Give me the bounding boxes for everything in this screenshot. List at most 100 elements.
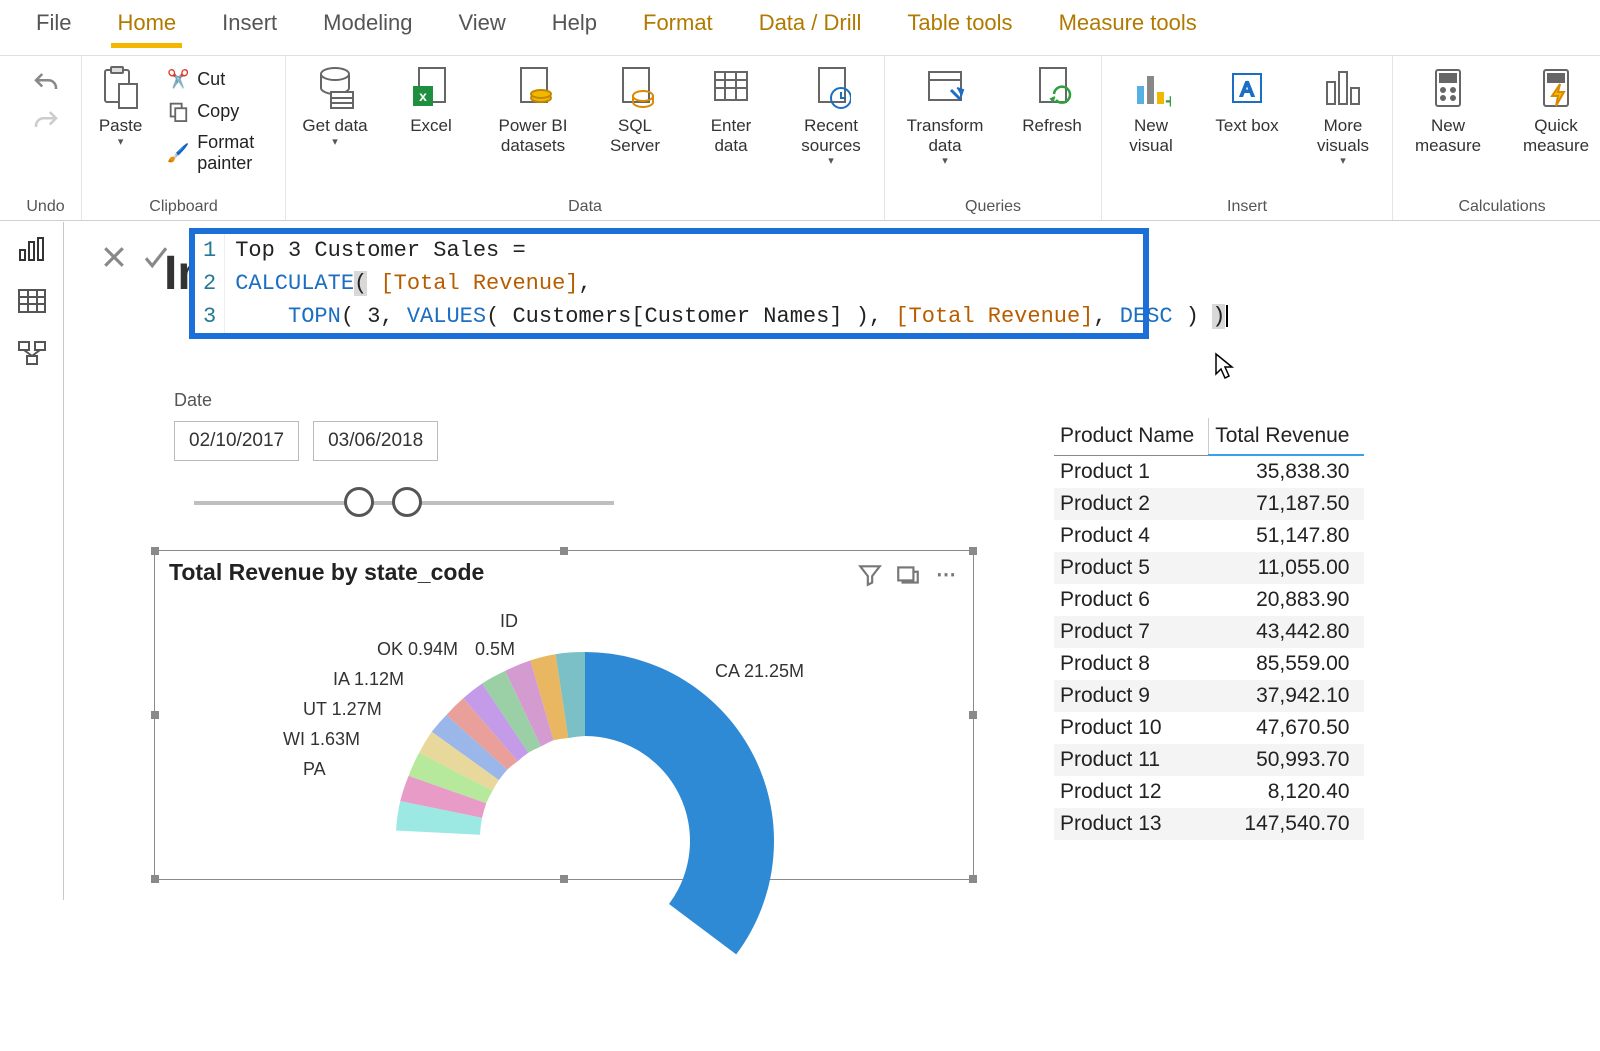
refresh-button[interactable]: Refresh xyxy=(1013,62,1091,140)
paste-label: Paste xyxy=(99,116,142,136)
table-row[interactable]: Product 937,942.10 xyxy=(1054,680,1364,712)
table-row[interactable]: Product 13147,540.70 xyxy=(1054,808,1364,840)
slider-handle-right[interactable] xyxy=(392,487,422,517)
quick-measure-label: Quick measure xyxy=(1511,116,1600,155)
table-row[interactable]: Product 1047,670.50 xyxy=(1054,712,1364,744)
formula-commit-icon[interactable] xyxy=(141,242,171,272)
recent-sources-button[interactable]: Recent sources▾ xyxy=(788,62,874,172)
refresh-icon xyxy=(1032,66,1072,110)
cell-revenue: 8,120.40 xyxy=(1209,776,1364,808)
model-view-icon[interactable] xyxy=(17,340,47,366)
recent-label: Recent sources xyxy=(788,116,874,155)
excel-label: Excel xyxy=(410,116,452,136)
tok-measure: [Total Revenue] xyxy=(380,271,578,296)
formula-editor[interactable]: 1Top 3 Customer Sales = 2CALCULATE( [Tot… xyxy=(189,228,1149,339)
group-label-undo: Undo xyxy=(26,196,64,216)
menu-view[interactable]: View xyxy=(452,6,511,46)
cut-button[interactable]: ✂️ Cut xyxy=(167,68,275,90)
donut-label-ca: CA 21.25M xyxy=(715,661,804,682)
new-visual-label: New visual xyxy=(1112,116,1190,155)
more-visuals-button[interactable]: More visuals▾ xyxy=(1304,62,1382,172)
cell-revenue: 35,838.30 xyxy=(1209,455,1364,488)
view-switcher xyxy=(0,222,64,900)
col-total-revenue[interactable]: Total Revenue xyxy=(1209,418,1364,455)
product-table-visual[interactable]: Product Name Total Revenue Product 135,8… xyxy=(1054,418,1364,840)
cut-label: Cut xyxy=(197,69,225,90)
menu-bar: File Home Insert Modeling View Help Form… xyxy=(0,0,1600,56)
new-measure-button[interactable]: New measure xyxy=(1403,62,1493,159)
focus-mode-icon[interactable] xyxy=(895,562,921,584)
menu-file[interactable]: File xyxy=(30,6,77,46)
redo-icon[interactable] xyxy=(31,108,61,136)
excel-icon: x xyxy=(411,66,451,110)
menu-insert[interactable]: Insert xyxy=(216,6,283,46)
menu-home[interactable]: Home xyxy=(111,6,182,46)
data-view-icon[interactable] xyxy=(17,288,47,314)
more-visuals-label: More visuals xyxy=(1304,116,1382,155)
paste-button[interactable]: Paste ▾ xyxy=(92,62,149,152)
cell-revenue: 47,670.50 xyxy=(1209,712,1364,744)
report-canvas: In 1Top 3 Customer Sales = 2CALCULATE( [… xyxy=(64,222,1600,900)
tok-desc: DESC xyxy=(1120,304,1173,329)
table-row[interactable]: Product 620,883.90 xyxy=(1054,584,1364,616)
date-from-input[interactable]: 02/10/2017 xyxy=(174,421,299,461)
cell-product: Product 11 xyxy=(1054,744,1209,776)
enter-data-button[interactable]: Enter data xyxy=(692,62,770,159)
undo-icon[interactable] xyxy=(31,70,61,98)
filter-icon[interactable] xyxy=(857,562,883,584)
menu-help[interactable]: Help xyxy=(546,6,603,46)
date-label: Date xyxy=(174,390,614,411)
sql-icon xyxy=(615,66,655,110)
cell-product: Product 12 xyxy=(1054,776,1209,808)
slider-handle-left[interactable] xyxy=(344,487,374,517)
group-label-calc: Calculations xyxy=(1458,196,1545,216)
tok-paren-close: ) xyxy=(1212,304,1225,329)
cell-revenue: 147,540.70 xyxy=(1209,808,1364,840)
excel-button[interactable]: x Excel xyxy=(392,62,470,140)
cell-product: Product 10 xyxy=(1054,712,1209,744)
pbi-datasets-button[interactable]: Power BI datasets xyxy=(488,62,578,159)
table-row[interactable]: Product 511,055.00 xyxy=(1054,552,1364,584)
tok-values: VALUES xyxy=(407,304,486,329)
chart-visual[interactable]: Total Revenue by state_code ⋯ CA 2 xyxy=(154,550,974,880)
date-slider[interactable] xyxy=(194,483,614,523)
table-row[interactable]: Product 135,838.30 xyxy=(1054,455,1364,488)
get-data-label: Get data xyxy=(302,116,367,136)
date-to-input[interactable]: 03/06/2018 xyxy=(313,421,438,461)
cell-product: Product 7 xyxy=(1054,616,1209,648)
formula-cancel-icon[interactable] xyxy=(99,242,129,272)
copy-button[interactable]: Copy xyxy=(167,100,275,122)
transform-data-button[interactable]: Transform data▾ xyxy=(895,62,995,172)
format-painter-button[interactable]: 🖌️Format painter xyxy=(167,132,275,174)
transform-icon xyxy=(925,66,965,110)
group-label-queries: Queries xyxy=(965,196,1021,216)
menu-modeling[interactable]: Modeling xyxy=(317,6,418,46)
col-product-name[interactable]: Product Name xyxy=(1054,418,1209,455)
get-data-button[interactable]: Get data▾ xyxy=(296,62,374,152)
sql-server-button[interactable]: SQL Server xyxy=(596,62,674,159)
new-visual-button[interactable]: +New visual xyxy=(1112,62,1190,159)
text-box-button[interactable]: AText box xyxy=(1208,62,1286,140)
cut-icon: ✂️ xyxy=(167,68,189,90)
table-row[interactable]: Product 1150,993.70 xyxy=(1054,744,1364,776)
donut-label-ok: OK 0.94M xyxy=(377,639,458,660)
menu-format[interactable]: Format xyxy=(637,6,719,46)
table-row[interactable]: Product 743,442.80 xyxy=(1054,616,1364,648)
table-row[interactable]: Product 128,120.40 xyxy=(1054,776,1364,808)
table-row[interactable]: Product 885,559.00 xyxy=(1054,648,1364,680)
table-row[interactable]: Product 451,147.80 xyxy=(1054,520,1364,552)
tok-paren: ( xyxy=(354,271,367,296)
menu-measure-tools[interactable]: Measure tools xyxy=(1053,6,1203,46)
table-row[interactable]: Product 271,187.50 xyxy=(1054,488,1364,520)
formula-bar-area: 1Top 3 Customer Sales = 2CALCULATE( [Tot… xyxy=(99,228,1149,339)
donut-label-05m: 0.5M xyxy=(475,639,515,660)
menu-data-drill[interactable]: Data / Drill xyxy=(753,6,868,46)
format-painter-label: Format painter xyxy=(197,132,275,174)
table-icon xyxy=(711,66,751,110)
menu-table-tools[interactable]: Table tools xyxy=(901,6,1018,46)
quick-measure-button[interactable]: Quick measure xyxy=(1511,62,1600,159)
more-options-icon[interactable]: ⋯ xyxy=(933,562,959,584)
svg-text:A: A xyxy=(1240,79,1254,101)
refresh-label: Refresh xyxy=(1022,116,1082,136)
report-view-icon[interactable] xyxy=(17,236,47,262)
